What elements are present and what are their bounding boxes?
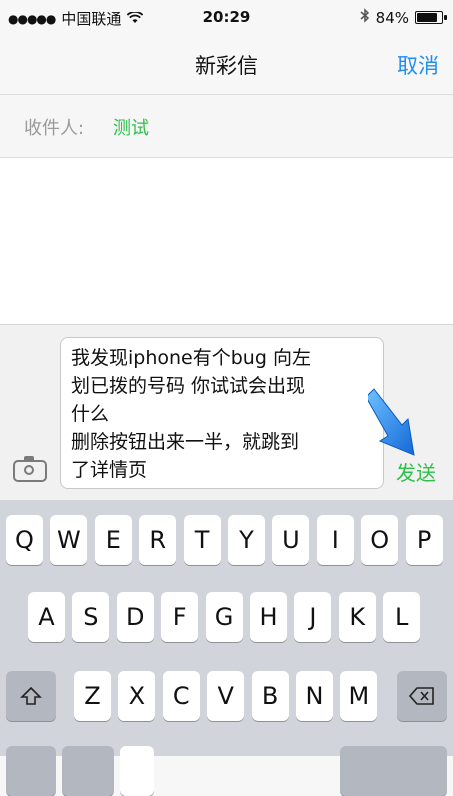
key-j[interactable]: J [294, 592, 332, 642]
key-u[interactable]: U [272, 515, 310, 565]
delete-key[interactable] [397, 671, 447, 721]
key-d[interactable]: D [116, 592, 154, 642]
page-title: 新彩信 [195, 54, 258, 78]
key-h[interactable]: H [250, 592, 287, 642]
key-x[interactable]: X [118, 671, 156, 721]
key-s[interactable]: S [72, 592, 110, 642]
message-text: 我发现iphone有个bug 向左 划已拨的号码 你试试会出现 什么 删除按钮出… [71, 347, 311, 481]
mic-key[interactable] [120, 746, 154, 796]
key-c[interactable]: C [162, 671, 200, 721]
key-z[interactable]: Z [74, 671, 111, 721]
key-q[interactable]: Q [6, 515, 43, 565]
numbers-key[interactable] [6, 746, 56, 796]
key-e[interactable]: E [94, 515, 132, 565]
navigation-bar: 新彩信 取消 [0, 36, 453, 95]
key-f[interactable]: F [161, 592, 199, 642]
battery-percent: 84% [375, 8, 409, 27]
key-y[interactable]: Y [228, 515, 265, 565]
key-m[interactable]: M [340, 671, 378, 721]
arrow-icon [368, 388, 415, 456]
recipient-name[interactable]: 测试 [113, 114, 149, 140]
return-key[interactable] [340, 746, 447, 796]
key-r[interactable]: R [139, 515, 177, 565]
recipient-label: 收件人: [24, 118, 85, 139]
key-k[interactable]: K [338, 592, 376, 642]
key-w[interactable]: W [50, 515, 88, 565]
key-t[interactable]: T [183, 515, 221, 565]
keyboard: QWERTYUIOP ASDFGHJKL ZXCVBNM [0, 500, 453, 796]
key-l[interactable]: L [383, 592, 421, 642]
status-right: 84% [360, 8, 447, 27]
camera-icon[interactable] [13, 456, 47, 482]
key-v[interactable]: V [207, 671, 245, 721]
key-n[interactable]: N [296, 671, 333, 721]
battery-icon [415, 11, 447, 24]
key-g[interactable]: G [205, 592, 243, 642]
key-o[interactable]: O [361, 515, 399, 565]
key-p[interactable]: P [405, 515, 443, 565]
recipient-row[interactable]: 收件人: 测试 [0, 95, 453, 158]
battery-fill [417, 13, 438, 22]
compose-bar: 我发现iphone有个bug 向左 划已拨的号码 你试试会出现 什么 删除按钮出… [0, 324, 453, 501]
cancel-button[interactable]: 取消 [397, 50, 439, 80]
shift-key[interactable] [6, 671, 56, 721]
message-input[interactable]: 我发现iphone有个bug 向左 划已拨的号码 你试试会出现 什么 删除按钮出… [60, 337, 384, 489]
message-thread [0, 158, 453, 324]
key-i[interactable]: I [316, 515, 354, 565]
send-button[interactable]: 发送 [396, 457, 436, 486]
status-bar: ●●●●● 中国联通 20:29 84% [0, 0, 453, 36]
bluetooth-icon [360, 8, 370, 27]
key-a[interactable]: A [28, 592, 65, 642]
backspace-icon [408, 687, 434, 705]
shift-icon [20, 686, 42, 705]
key-b[interactable]: B [251, 671, 289, 721]
globe-key[interactable] [62, 746, 114, 796]
